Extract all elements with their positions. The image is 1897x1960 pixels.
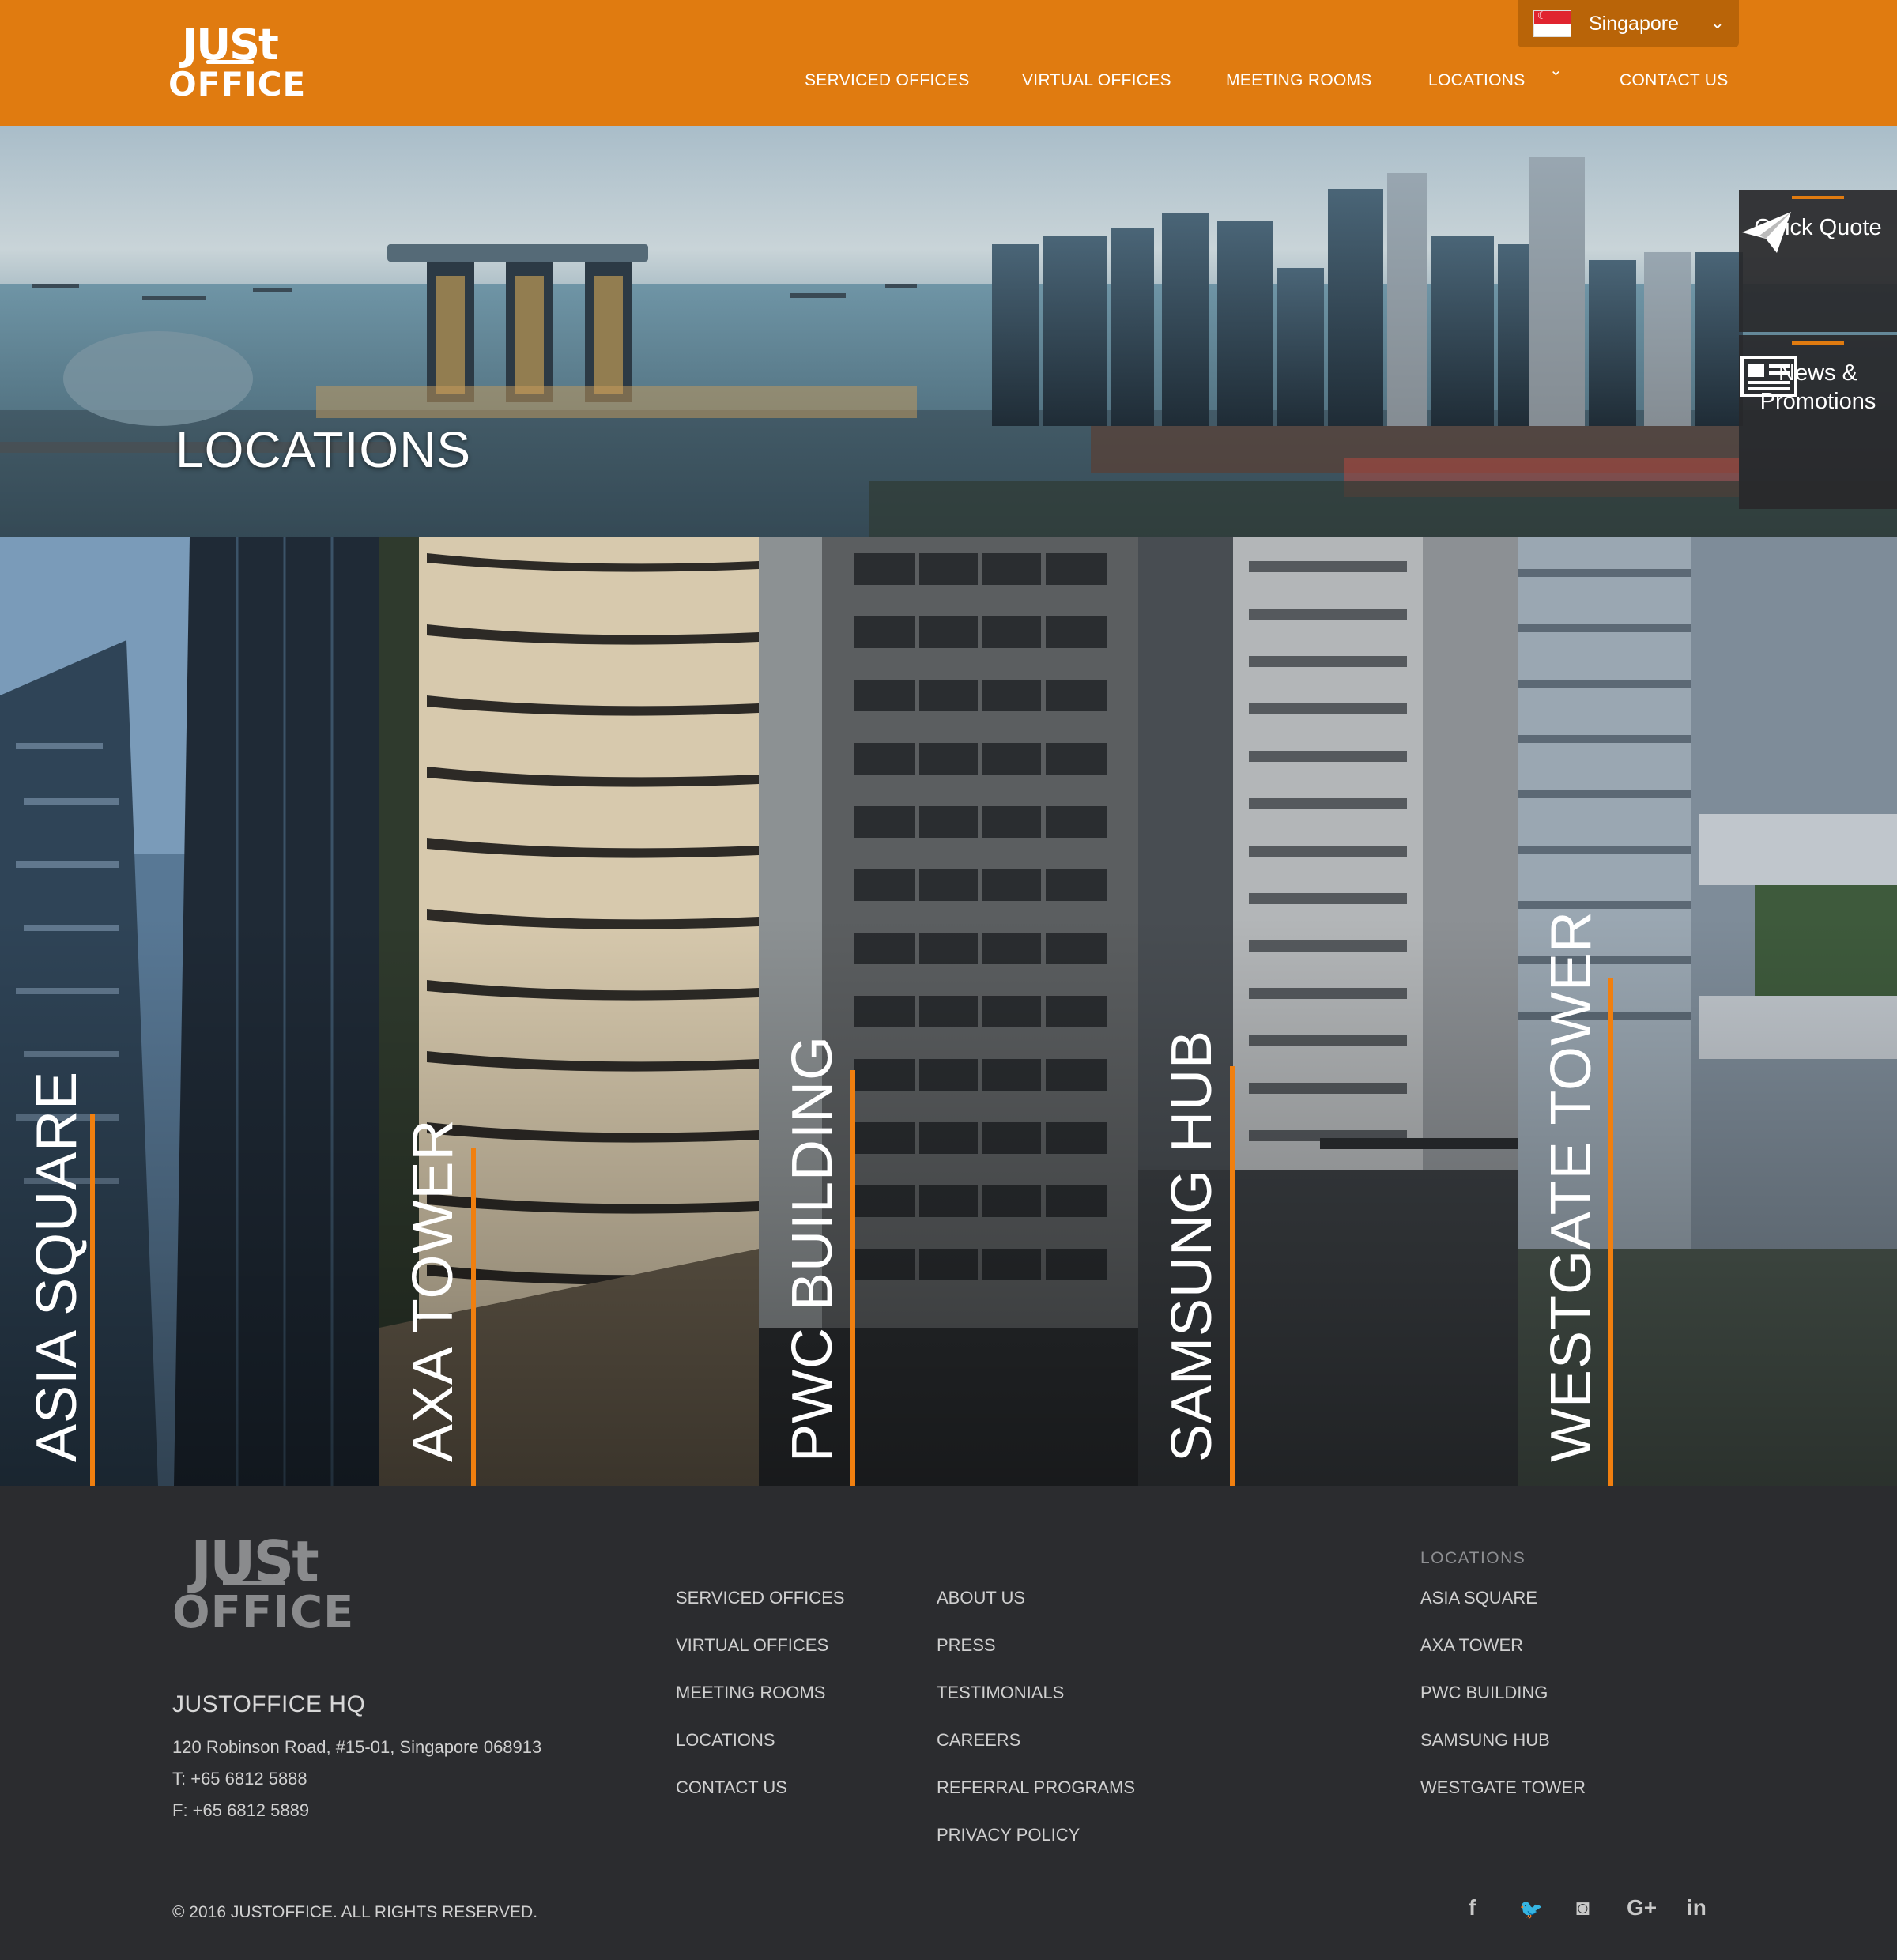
accent-line <box>1230 1066 1235 1486</box>
footer-link-serviced-offices[interactable]: SERVICED OFFICES <box>676 1589 845 1607</box>
news-promotions-button[interactable]: News & Promotions <box>1739 335 1897 509</box>
google-plus-icon[interactable]: G+ <box>1627 1895 1657 1920</box>
country-selector-label: Singapore <box>1589 12 1679 35</box>
facebook-icon[interactable]: f <box>1469 1895 1476 1920</box>
hq-title: JUSTOFFICE HQ <box>172 1691 366 1717</box>
instagram-icon[interactable]: ◙ <box>1576 1895 1590 1920</box>
location-panels: ASIA SQUARE AXA TOWER PWC BUILDING SAMSU… <box>0 537 1897 1486</box>
site-header: JUSt OFFICE Singapore ⌄ SERVICED OFFICES… <box>0 0 1897 126</box>
hq-phone: T: +65 6812 5888 <box>172 1769 307 1788</box>
footer-link-meeting-rooms[interactable]: MEETING ROOMS <box>676 1683 845 1702</box>
footer-nav-col2: ABOUT US PRESS TESTIMONIALS CAREERS REFE… <box>937 1589 1135 1873</box>
quick-quote-button[interactable]: Quick Quote <box>1739 190 1897 332</box>
footer-link-asia-square[interactable]: ASIA SQUARE <box>1420 1589 1586 1607</box>
footer-link-pwc-building[interactable]: PWC BUILDING <box>1420 1683 1586 1702</box>
hero-banner: LOCATIONS Quick Quote News & Promotions <box>0 126 1897 537</box>
footer-link-testimonials[interactable]: TESTIMONIALS <box>937 1683 1135 1702</box>
footer-link-referral-programs[interactable]: REFERRAL PROGRAMS <box>937 1778 1135 1796</box>
footer-link-about-us[interactable]: ABOUT US <box>937 1589 1135 1607</box>
location-panel-asia-square[interactable]: ASIA SQUARE <box>0 537 379 1486</box>
logo-line1: JUSt <box>182 20 279 70</box>
location-panel-axa-tower[interactable]: AXA TOWER <box>379 537 759 1486</box>
main-nav: SERVICED OFFICES VIRTUAL OFFICES MEETING… <box>0 62 1897 96</box>
footer-link-locations[interactable]: LOCATIONS <box>676 1731 845 1749</box>
location-label: SAMSUNG HUB <box>1160 1029 1224 1462</box>
newspaper-icon <box>1740 356 1797 397</box>
hq-fax: F: +65 6812 5889 <box>172 1800 310 1820</box>
footer-link-westgate-tower[interactable]: WESTGATE TOWER <box>1420 1778 1586 1796</box>
linkedin-icon[interactable]: in <box>1687 1895 1707 1920</box>
footer-link-careers[interactable]: CAREERS <box>937 1731 1135 1749</box>
accent-line <box>471 1148 476 1486</box>
footer-link-axa-tower[interactable]: AXA TOWER <box>1420 1636 1586 1654</box>
footer-logo-line1: JUSt <box>190 1528 319 1595</box>
footer-link-samsung-hub[interactable]: SAMSUNG HUB <box>1420 1731 1586 1749</box>
location-panel-samsung-hub[interactable]: SAMSUNG HUB <box>1138 537 1518 1486</box>
country-selector[interactable]: Singapore ⌄ <box>1518 0 1739 47</box>
footer-link-privacy-policy[interactable]: PRIVACY POLICY <box>937 1826 1135 1844</box>
footer-logo[interactable]: JUSt OFFICE <box>172 1528 355 1638</box>
locations-dropdown-chevron-icon[interactable]: ⌄ <box>1549 60 1563 80</box>
nav-contact-us[interactable]: CONTACT US <box>1620 71 1729 90</box>
accent-line <box>850 1070 855 1486</box>
page-title: LOCATIONS <box>175 421 472 478</box>
footer-link-virtual-offices[interactable]: VIRTUAL OFFICES <box>676 1636 845 1654</box>
footer-locations-col: ASIA SQUARE AXA TOWER PWC BUILDING SAMSU… <box>1420 1589 1586 1826</box>
footer-link-press[interactable]: PRESS <box>937 1636 1135 1654</box>
hq-address: 120 Robinson Road, #15-01, Singapore 068… <box>172 1737 542 1757</box>
nav-serviced-offices[interactable]: SERVICED OFFICES <box>805 71 970 90</box>
site-footer: JUSt OFFICE JUSTOFFICE HQ 120 Robinson R… <box>0 1486 1897 1960</box>
paper-plane-icon <box>1742 212 1791 253</box>
location-label: PWC BUILDING <box>781 1035 844 1462</box>
chevron-down-icon: ⌄ <box>1710 13 1725 32</box>
location-panel-pwc-building[interactable]: PWC BUILDING <box>759 537 1138 1486</box>
footer-link-contact-us[interactable]: CONTACT US <box>676 1778 845 1796</box>
location-label: ASIA SQUARE <box>25 1070 89 1462</box>
location-label: WESTGATE TOWER <box>1540 910 1603 1462</box>
location-label: AXA TOWER <box>402 1118 465 1462</box>
accent-line <box>1608 978 1613 1486</box>
nav-meeting-rooms[interactable]: MEETING ROOMS <box>1226 71 1372 90</box>
quick-quote-underline <box>1792 196 1844 199</box>
footer-nav-col1: SERVICED OFFICES VIRTUAL OFFICES MEETING… <box>676 1589 845 1826</box>
accent-line <box>90 1114 95 1486</box>
nav-locations[interactable]: LOCATIONS <box>1428 71 1526 90</box>
social-links: f 🐦 ◙ G+ in <box>0 1895 1897 1927</box>
location-panel-westgate-tower[interactable]: WESTGATE TOWER <box>1518 537 1897 1486</box>
footer-locations-heading: LOCATIONS <box>1420 1549 1526 1567</box>
nav-virtual-offices[interactable]: VIRTUAL OFFICES <box>1022 71 1171 90</box>
singapore-flag-icon <box>1533 9 1571 37</box>
twitter-icon[interactable]: 🐦 <box>1519 1898 1543 1921</box>
footer-logo-line2: OFFICE <box>172 1587 355 1638</box>
news-underline <box>1792 341 1844 345</box>
